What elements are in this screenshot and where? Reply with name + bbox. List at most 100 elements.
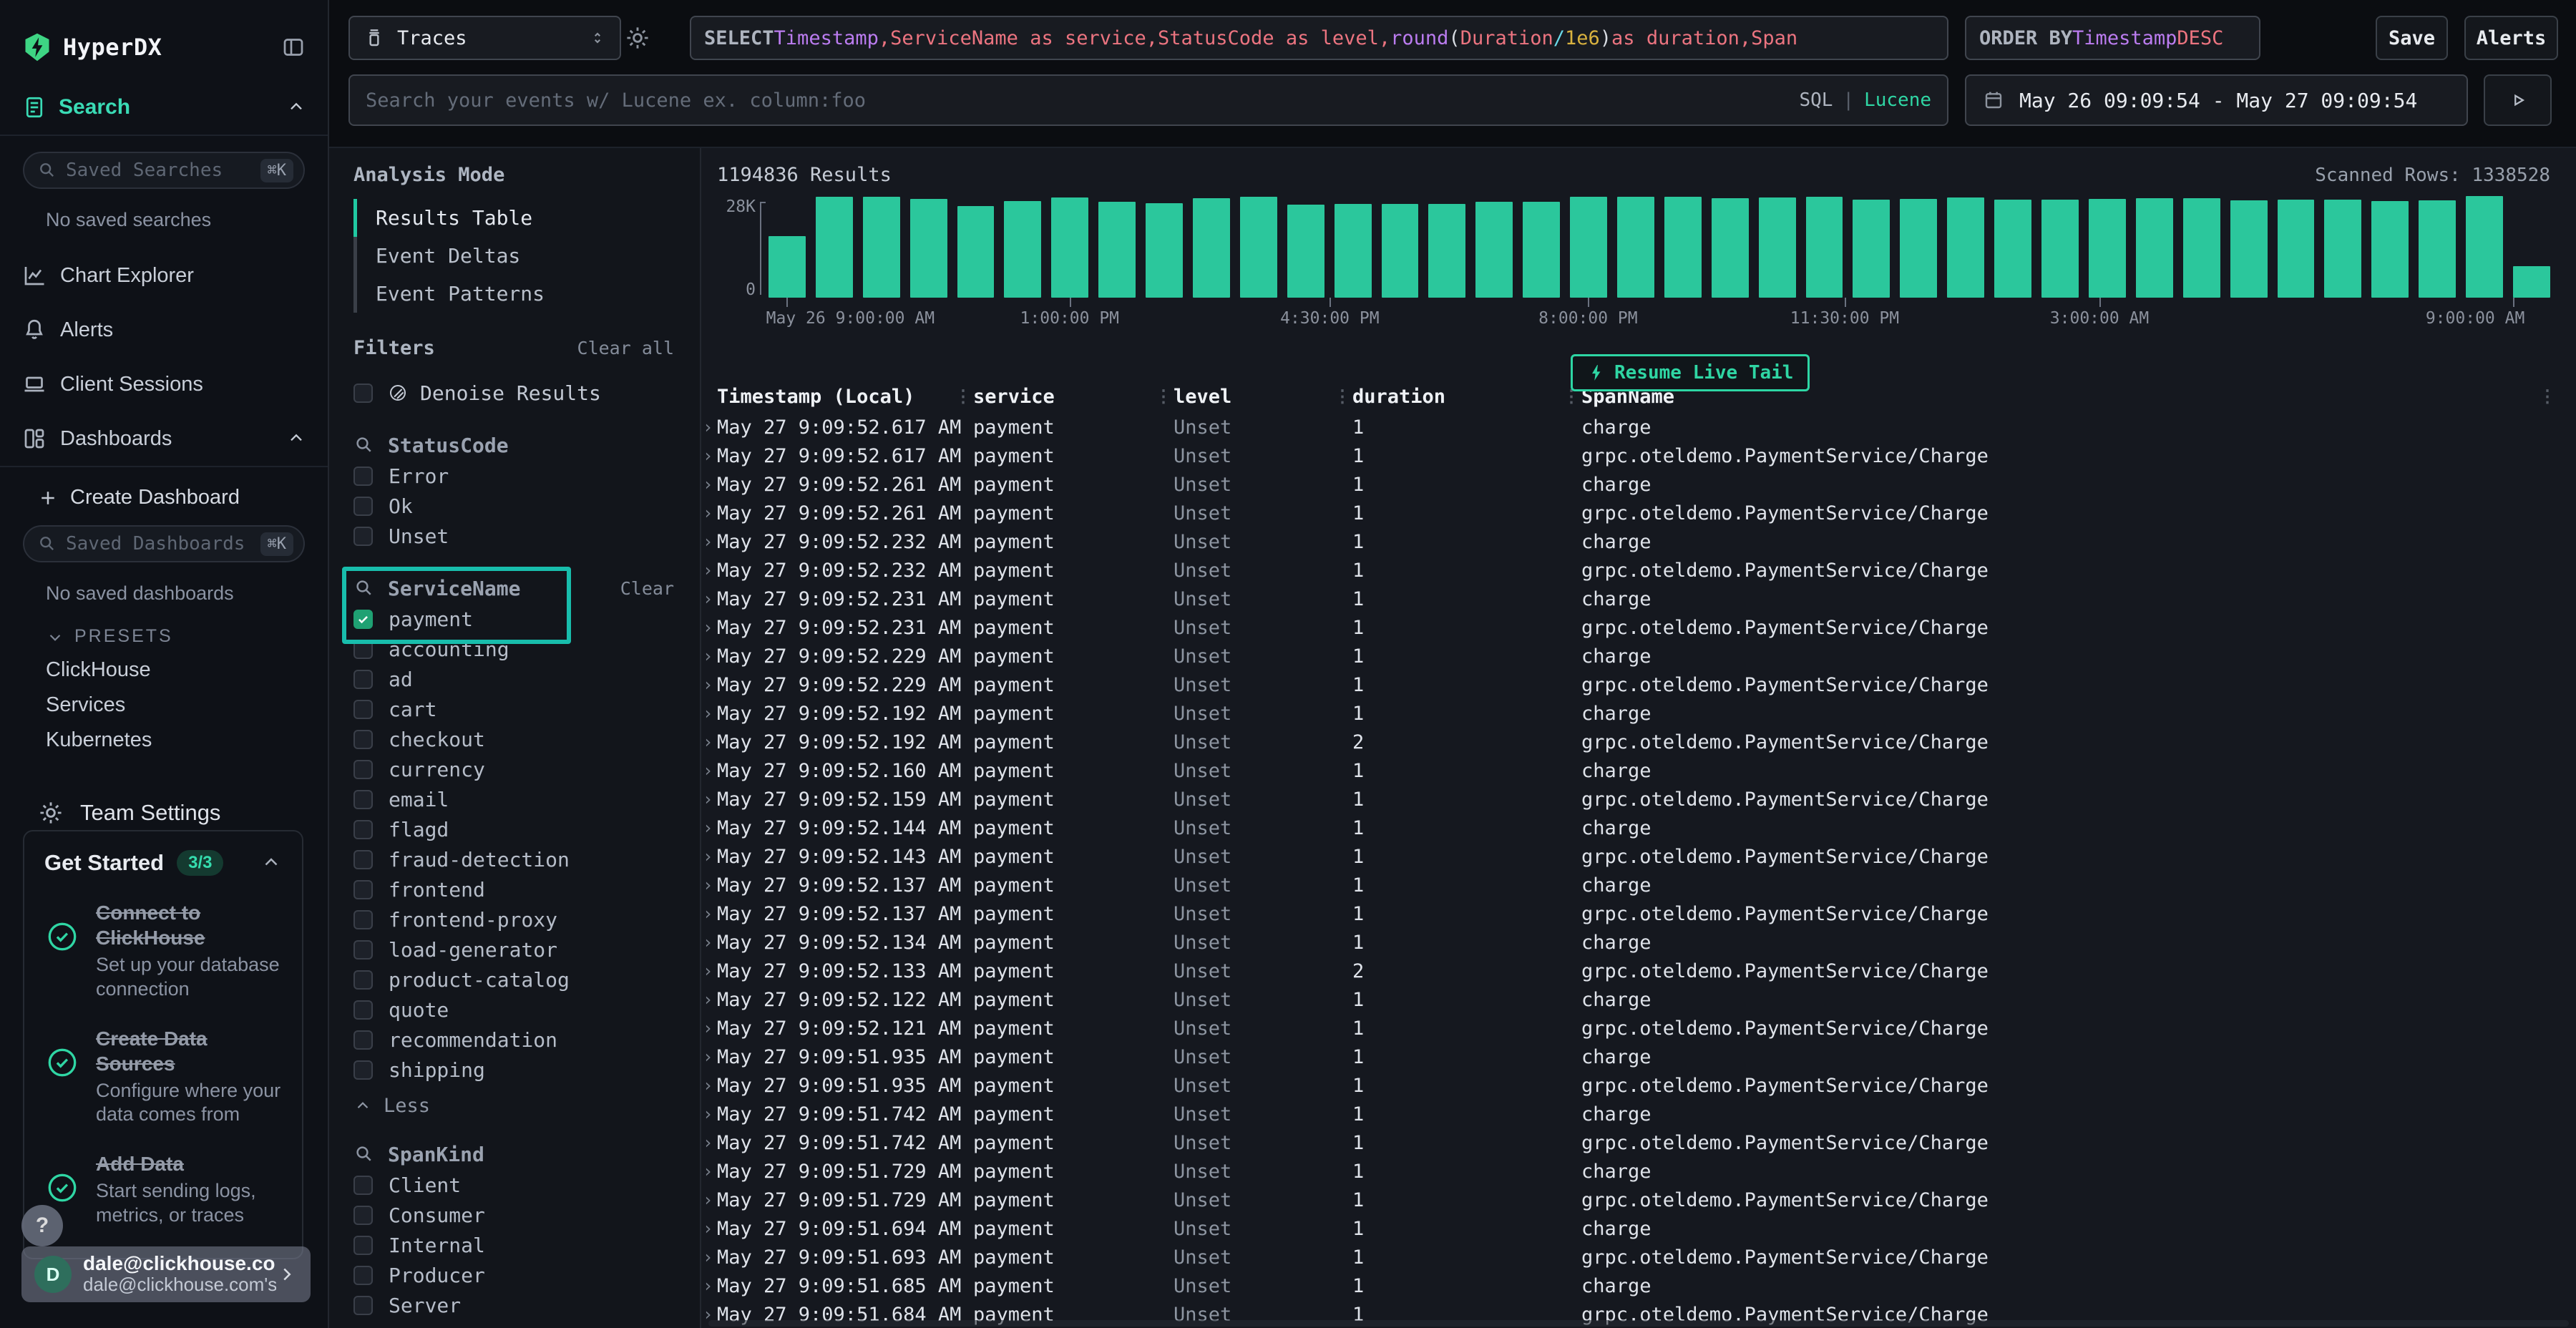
row-expand-chevron-icon[interactable]: › bbox=[701, 617, 717, 638]
checkbox[interactable] bbox=[353, 1060, 373, 1080]
filter-option-quote[interactable]: quote bbox=[353, 995, 700, 1025]
column-drag-handle[interactable]: ⋮ bbox=[955, 386, 972, 406]
column-drag-handle[interactable]: ⋮ bbox=[1334, 386, 1351, 406]
lang-sql-toggle[interactable]: SQL bbox=[1799, 89, 1833, 111]
table-row[interactable]: ›May 27 9:09:52.231 AMpaymentUnset1charg… bbox=[701, 585, 2576, 613]
filter-option-unset[interactable]: Unset bbox=[353, 521, 700, 551]
checkbox[interactable] bbox=[353, 1296, 373, 1315]
horizontal-scrollbar[interactable] bbox=[708, 1320, 2569, 1327]
row-expand-chevron-icon[interactable]: › bbox=[701, 474, 717, 494]
checkbox[interactable] bbox=[353, 730, 373, 749]
table-row[interactable]: ›May 27 9:09:52.192 AMpaymentUnset1charg… bbox=[701, 699, 2576, 728]
sidebar-item-chart-explorer[interactable]: Chart Explorer bbox=[0, 248, 328, 303]
filter-option-internal[interactable]: Internal bbox=[353, 1230, 700, 1260]
table-row[interactable]: ›May 27 9:09:52.617 AMpaymentUnset1grpc.… bbox=[701, 441, 2576, 470]
row-expand-chevron-icon[interactable]: › bbox=[701, 1018, 717, 1038]
lang-lucene-toggle[interactable]: Lucene bbox=[1864, 89, 1931, 111]
column-drag-handle[interactable]: ⋮ bbox=[2539, 386, 2556, 406]
row-expand-chevron-icon[interactable]: › bbox=[701, 846, 717, 866]
clear-all-filters-button[interactable]: Clear all bbox=[577, 338, 674, 358]
row-expand-chevron-icon[interactable]: › bbox=[701, 732, 717, 752]
filter-option-ad[interactable]: ad bbox=[353, 664, 700, 694]
user-menu[interactable]: D dale@clickhouse.com dale@clickhouse.co… bbox=[21, 1246, 311, 1302]
row-expand-chevron-icon[interactable]: › bbox=[701, 990, 717, 1010]
row-expand-chevron-icon[interactable]: › bbox=[701, 1133, 717, 1153]
checkbox[interactable] bbox=[353, 1030, 373, 1050]
collapse-sidebar-icon[interactable] bbox=[280, 34, 306, 60]
table-row[interactable]: ›May 27 9:09:52.137 AMpaymentUnset1grpc.… bbox=[701, 899, 2576, 928]
time-range-picker[interactable]: May 26 09:09:54 - May 27 09:09:54 bbox=[1965, 74, 2468, 126]
row-expand-chevron-icon[interactable]: › bbox=[701, 1190, 717, 1210]
row-expand-chevron-icon[interactable]: › bbox=[701, 560, 717, 580]
table-row[interactable]: ›May 27 9:09:52.159 AMpaymentUnset1grpc.… bbox=[701, 785, 2576, 814]
alerts-button[interactable]: Alerts bbox=[2464, 16, 2558, 60]
table-row[interactable]: ›May 27 9:09:51.729 AMpaymentUnset1charg… bbox=[701, 1157, 2576, 1186]
column-drag-handle[interactable]: ⋮ bbox=[1155, 386, 1172, 406]
row-expand-chevron-icon[interactable]: › bbox=[701, 1047, 717, 1067]
filter-option-ok[interactable]: Ok bbox=[353, 491, 700, 521]
column-header-duration[interactable]: ⋮duration bbox=[1352, 386, 1581, 408]
checkbox[interactable] bbox=[353, 790, 373, 809]
analysis-mode-event-patterns[interactable]: Event Patterns bbox=[353, 275, 700, 313]
checkbox[interactable] bbox=[353, 384, 373, 403]
checkbox[interactable] bbox=[353, 850, 373, 869]
checkbox[interactable] bbox=[353, 610, 373, 629]
table-row[interactable]: ›May 27 9:09:52.160 AMpaymentUnset1charg… bbox=[701, 756, 2576, 785]
row-expand-chevron-icon[interactable]: › bbox=[701, 646, 717, 666]
filter-option-frontend[interactable]: frontend bbox=[353, 874, 700, 904]
sql-select-input[interactable]: SELECT Timestamp, ServiceName as service… bbox=[690, 16, 1948, 60]
table-row[interactable]: ›May 27 9:09:51.729 AMpaymentUnset1grpc.… bbox=[701, 1186, 2576, 1214]
filter-option-load-generator[interactable]: load-generator bbox=[353, 934, 700, 965]
row-expand-chevron-icon[interactable]: › bbox=[701, 446, 717, 466]
presets-toggle[interactable]: PRESETS bbox=[0, 605, 328, 647]
filter-option-client[interactable]: Client bbox=[353, 1170, 700, 1200]
clear-filter-button[interactable]: Clear bbox=[620, 578, 674, 599]
table-row[interactable]: ›May 27 9:09:52.137 AMpaymentUnset1charg… bbox=[701, 871, 2576, 899]
chevron-up-icon[interactable] bbox=[286, 429, 306, 449]
filter-option-shipping[interactable]: shipping bbox=[353, 1055, 700, 1085]
filter-option-checkout[interactable]: checkout bbox=[353, 724, 700, 754]
table-row[interactable]: ›May 27 9:09:51.694 AMpaymentUnset1charg… bbox=[701, 1214, 2576, 1243]
sidebar-item-team-settings[interactable]: Team Settings bbox=[0, 752, 328, 826]
filter-option-accounting[interactable]: accounting bbox=[353, 634, 700, 664]
filter-option-producer[interactable]: Producer bbox=[353, 1260, 700, 1290]
table-row[interactable]: ›May 27 9:09:52.232 AMpaymentUnset1charg… bbox=[701, 527, 2576, 556]
checkbox[interactable] bbox=[353, 640, 373, 659]
row-expand-chevron-icon[interactable]: › bbox=[701, 1219, 717, 1239]
row-expand-chevron-icon[interactable]: › bbox=[701, 675, 717, 695]
row-expand-chevron-icon[interactable]: › bbox=[701, 417, 717, 437]
checkbox[interactable] bbox=[353, 940, 373, 960]
filter-option-product-catalog[interactable]: product-catalog bbox=[353, 965, 700, 995]
create-dashboard-button[interactable]: Create Dashboard bbox=[0, 467, 328, 509]
sidebar-item-search[interactable]: Search bbox=[0, 63, 328, 135]
saved-searches-input[interactable]: Saved Searches ⌘K bbox=[23, 152, 305, 189]
row-expand-chevron-icon[interactable]: › bbox=[701, 1075, 717, 1095]
show-less-toggle[interactable]: Less bbox=[353, 1095, 700, 1117]
sidebar-item-alerts[interactable]: Alerts bbox=[0, 303, 328, 357]
sidebar-preset-clickhouse[interactable]: ClickHouse bbox=[0, 647, 328, 682]
denoise-results-checkbox[interactable]: Denoise Results bbox=[353, 378, 700, 408]
table-row[interactable]: ›May 27 9:09:51.693 AMpaymentUnset1grpc.… bbox=[701, 1243, 2576, 1271]
checkbox[interactable] bbox=[353, 760, 373, 779]
table-row[interactable]: ›May 27 9:09:51.742 AMpaymentUnset1charg… bbox=[701, 1100, 2576, 1128]
filter-option-email[interactable]: email bbox=[353, 784, 700, 814]
analysis-mode-event-deltas[interactable]: Event Deltas bbox=[353, 237, 700, 275]
checkbox[interactable] bbox=[353, 1236, 373, 1255]
sidebar-preset-services[interactable]: Services bbox=[0, 682, 328, 717]
row-expand-chevron-icon[interactable]: › bbox=[701, 703, 717, 723]
table-row[interactable]: ›May 27 9:09:52.143 AMpaymentUnset1grpc.… bbox=[701, 842, 2576, 871]
search-input[interactable] bbox=[366, 89, 1799, 112]
checkbox[interactable] bbox=[353, 467, 373, 486]
table-row[interactable]: ›May 27 9:09:52.617 AMpaymentUnset1charg… bbox=[701, 413, 2576, 441]
column-header-timestamp[interactable]: Timestamp (Local) bbox=[717, 386, 973, 408]
checkbox[interactable] bbox=[353, 700, 373, 719]
table-row[interactable]: ›May 27 9:09:52.134 AMpaymentUnset1charg… bbox=[701, 928, 2576, 957]
chevron-up-icon[interactable] bbox=[286, 97, 306, 117]
table-row[interactable]: ›May 27 9:09:51.935 AMpaymentUnset1charg… bbox=[701, 1043, 2576, 1071]
table-row[interactable]: ›May 27 9:09:52.261 AMpaymentUnset1charg… bbox=[701, 470, 2576, 499]
row-expand-chevron-icon[interactable]: › bbox=[701, 961, 717, 981]
filter-option-error[interactable]: Error bbox=[353, 461, 700, 491]
table-row[interactable]: ›May 27 9:09:51.935 AMpaymentUnset1grpc.… bbox=[701, 1071, 2576, 1100]
row-expand-chevron-icon[interactable]: › bbox=[701, 532, 717, 552]
filter-option-cart[interactable]: cart bbox=[353, 694, 700, 724]
